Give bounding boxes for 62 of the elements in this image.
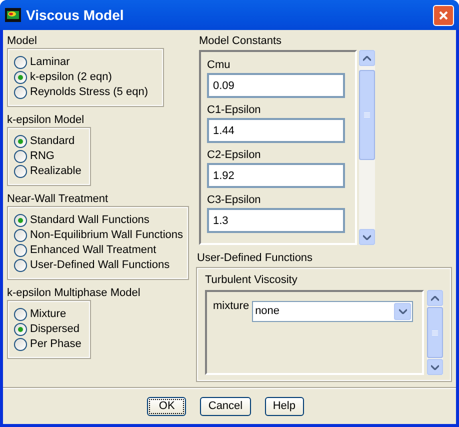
app-icon	[5, 8, 21, 22]
grip-icon	[364, 112, 370, 118]
scroll-down-button[interactable]	[359, 229, 375, 245]
radio-label: Enhanced Wall Treatment	[30, 243, 156, 258]
group-title: Turbulent Viscosity	[205, 273, 298, 288]
radio-button[interactable]	[14, 71, 27, 84]
scrollbar[interactable]	[359, 50, 375, 245]
radio-label: RNG	[30, 149, 54, 164]
group-title: Model	[7, 34, 38, 48]
dropdown-button[interactable]	[394, 303, 412, 320]
radio-label: Non-Equilibrium Wall Functions	[30, 228, 184, 244]
radio-label: Standard Wall Functions	[30, 213, 150, 228]
group-title: User-Defined Functions	[197, 251, 314, 265]
scroll-thumb[interactable]	[427, 307, 443, 358]
input-field[interactable]: 1.92	[207, 163, 345, 188]
radio-label: Per Phase	[30, 337, 82, 352]
radio-button[interactable]	[14, 165, 27, 178]
scroll-down-button[interactable]	[427, 359, 443, 375]
input-field[interactable]: 0.09	[207, 73, 345, 98]
radio-label: Realizable	[30, 164, 82, 180]
field-label: C1-Epsilon	[207, 103, 262, 118]
radio-button[interactable]	[14, 135, 27, 148]
group-title: k-epsilon Model	[7, 113, 86, 127]
dialog-button[interactable]: OK	[147, 397, 186, 416]
field-label: mixture	[213, 299, 250, 313]
radio-button[interactable]	[14, 150, 27, 163]
radio-label: Laminar	[30, 55, 70, 70]
radio-button[interactable]	[14, 323, 27, 336]
radio-button[interactable]	[14, 56, 27, 69]
group-title: k-epsilon Multiphase Model	[7, 286, 142, 300]
field-label: C3-Epsilon	[207, 193, 262, 208]
field-label: Cmu	[207, 58, 232, 73]
close-icon	[439, 10, 448, 20]
radio-label: Mixture	[30, 307, 66, 322]
close-button[interactable]	[433, 4, 454, 26]
radio-button[interactable]	[14, 259, 27, 272]
dropdown[interactable]: none	[252, 301, 414, 322]
scrollbar[interactable]	[427, 290, 443, 375]
scroll-thumb[interactable]	[359, 70, 375, 160]
window-title: Viscous Model	[26, 6, 125, 24]
scroll-up-button[interactable]	[427, 290, 443, 306]
radio-button[interactable]	[14, 338, 27, 351]
group-title: Model Constants	[199, 34, 283, 48]
radio-label: Standard	[30, 134, 75, 150]
radio-label: Reynolds Stress (5 eqn)	[30, 85, 148, 100]
radio-label: User-Defined Wall Functions	[30, 258, 170, 274]
grip-icon	[432, 330, 438, 336]
radio-label: k-epsilon (2 eqn)	[30, 70, 112, 86]
scroll-up-button[interactable]	[359, 50, 375, 66]
field-label: C2-Epsilon	[207, 148, 262, 163]
radio-button[interactable]	[14, 244, 27, 257]
dialog-button[interactable]: Help	[264, 397, 304, 416]
radio-label: Dispersed	[30, 322, 80, 338]
radio-button[interactable]	[14, 214, 27, 227]
dialog-button[interactable]: Cancel	[200, 397, 251, 416]
group-title: Near-Wall Treatment	[7, 192, 110, 206]
radio-button[interactable]	[14, 229, 27, 242]
radio-button[interactable]	[14, 86, 27, 99]
input-field[interactable]: 1.44	[207, 118, 345, 143]
dropdown-value: none	[255, 304, 280, 320]
input-field[interactable]: 1.3	[207, 208, 345, 233]
radio-button[interactable]	[14, 308, 27, 321]
